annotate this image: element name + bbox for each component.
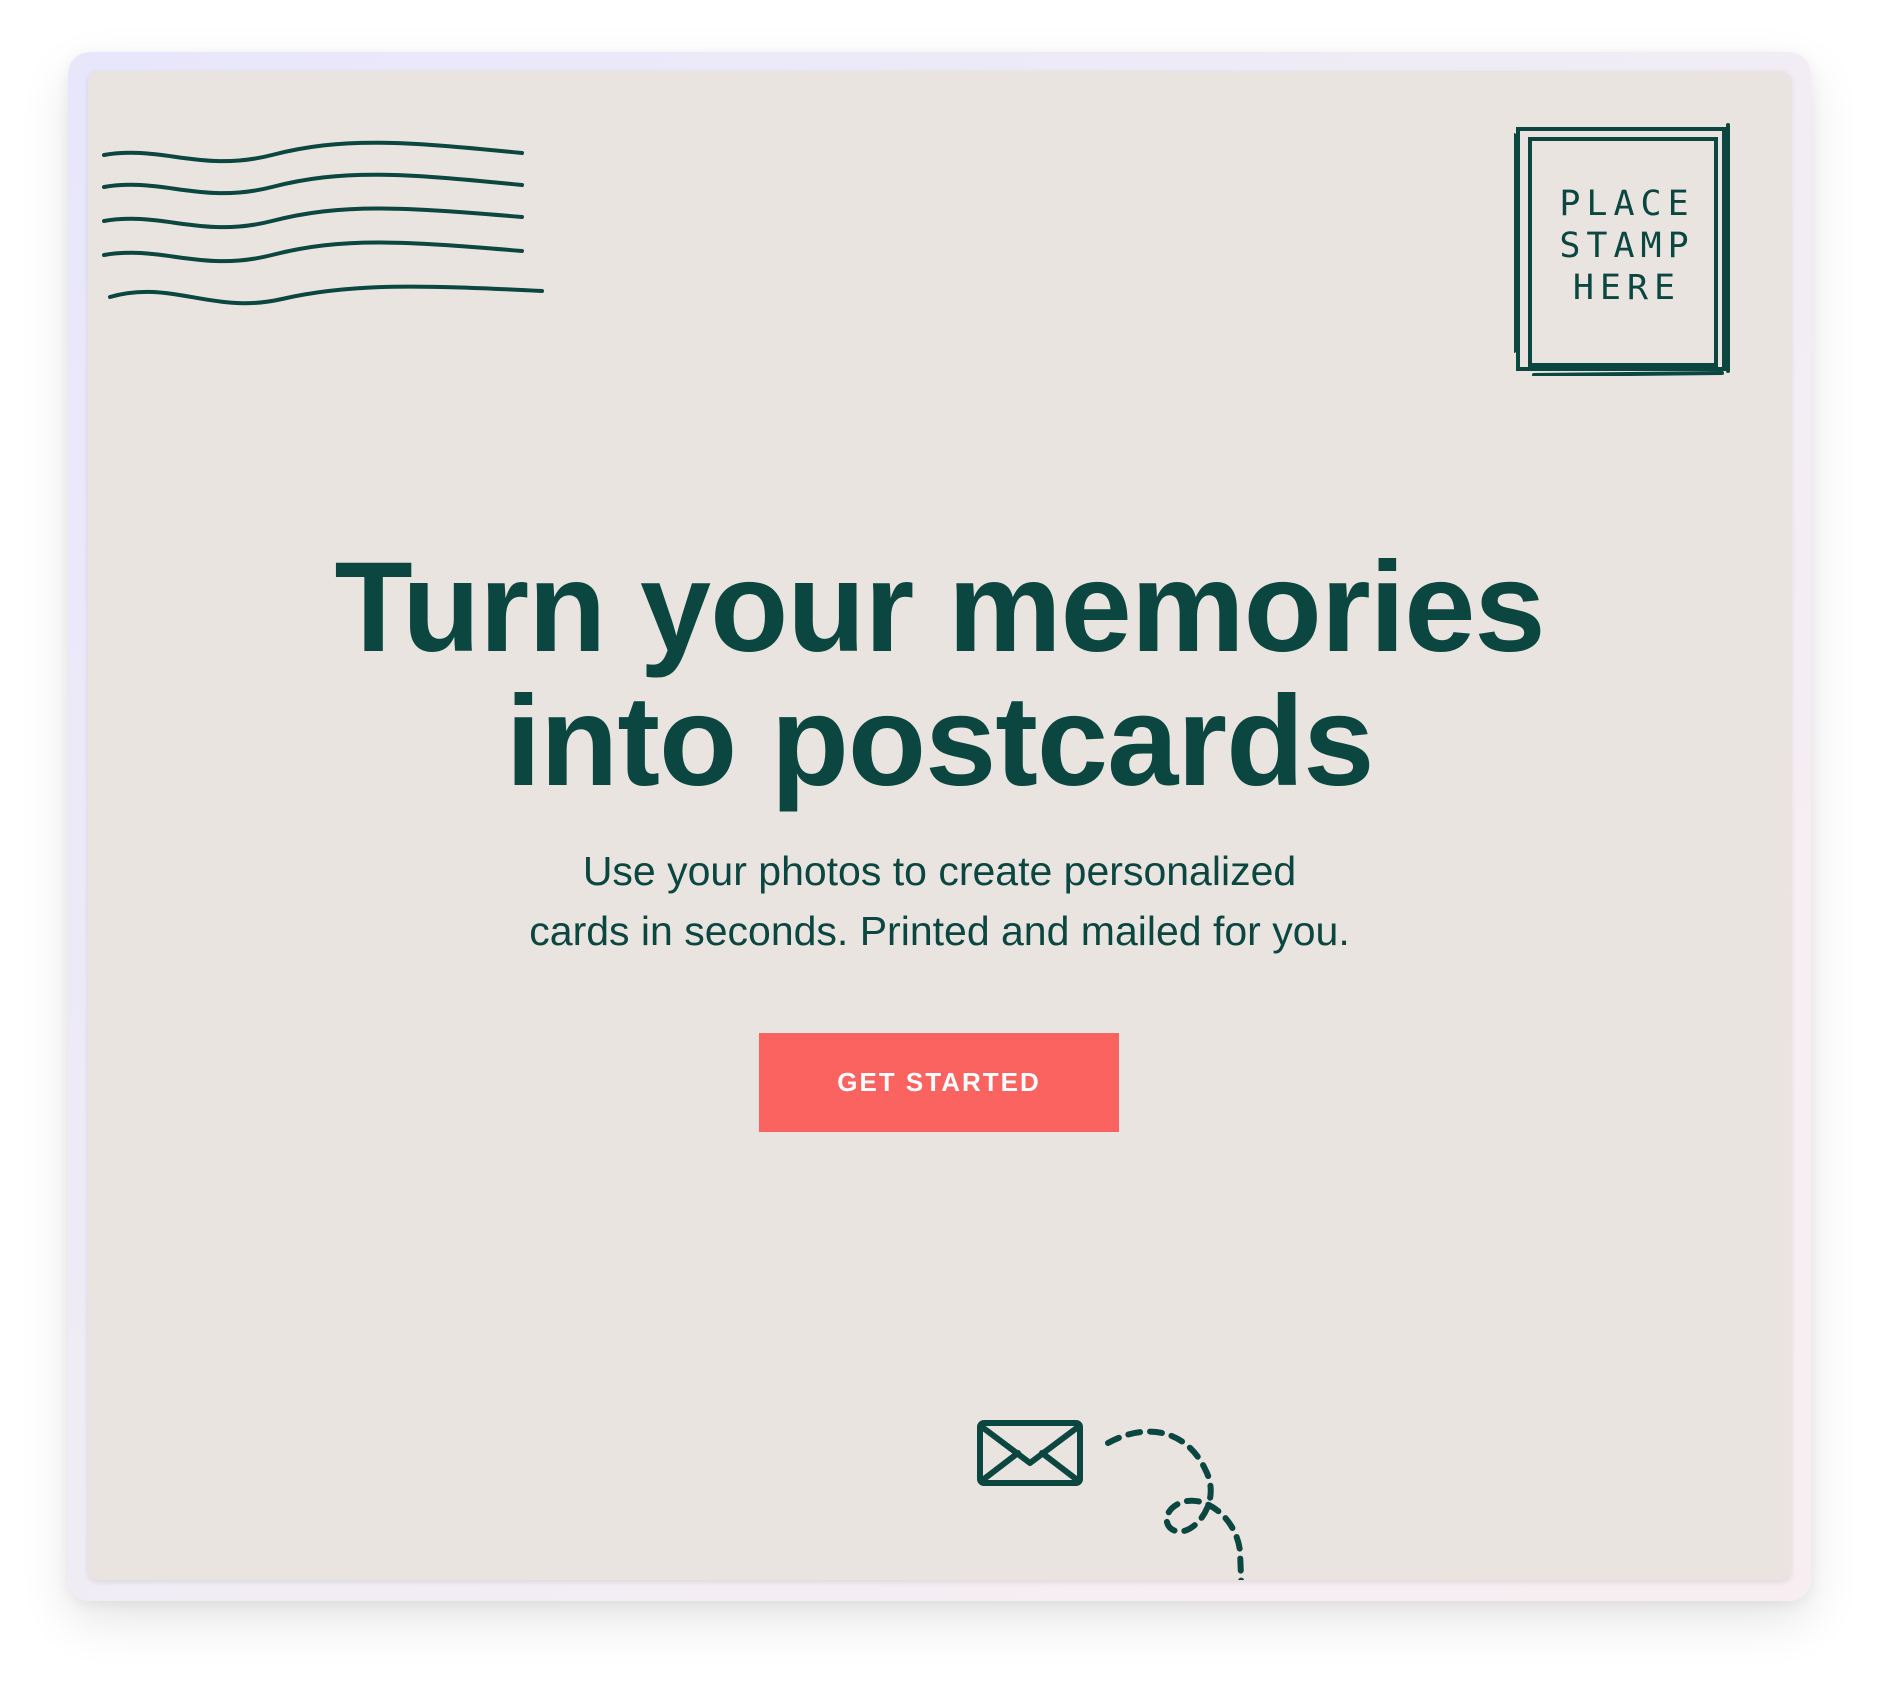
envelope-arrow-doodle [977, 1420, 1245, 1580]
hero-title: Turn your memories into postcards [88, 541, 1791, 809]
hero-subtitle-line-1: Use your photos to create personalized [582, 848, 1297, 894]
postcard-hero: PLACE STAMP HERE Turn your memories into… [88, 71, 1791, 1580]
get-started-button[interactable]: GET STARTED [759, 1033, 1119, 1132]
stamp-line-2: STAMP [1559, 226, 1695, 266]
hero-subtitle-line-2: cards in seconds. Printed and mailed for… [529, 908, 1350, 954]
hero-subtitle: Use your photos to create personalized c… [88, 841, 1791, 961]
stamp-line-1: PLACE [1559, 184, 1695, 224]
stamp-text: PLACE STAMP HERE [1514, 121, 1732, 371]
envelope-icon [977, 1420, 1083, 1486]
dashed-arrow-icon [1105, 1428, 1245, 1580]
hero-title-line-2: into postcards [505, 670, 1375, 813]
stamp-placeholder: PLACE STAMP HERE [1512, 121, 1734, 380]
stamp-line-3: HERE [1572, 268, 1682, 308]
hero-title-line-1: Turn your memories [334, 536, 1545, 679]
postmark-waves-icon [102, 140, 544, 306]
